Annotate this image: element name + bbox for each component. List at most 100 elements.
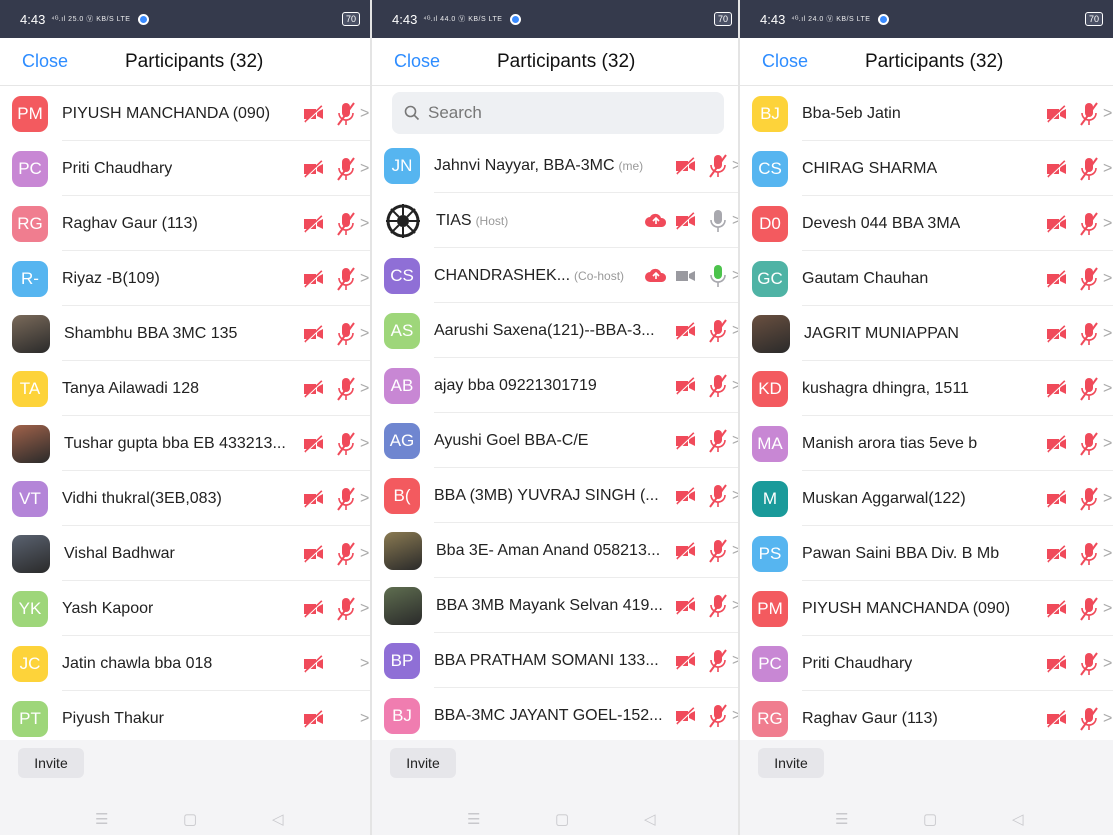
participant-name: Aarushi Saxena(121)--BBA-3...: [434, 322, 655, 340]
back-icon[interactable]: ◁: [272, 810, 284, 828]
participant-row[interactable]: CS CHANDRASHEK... (Co-host) >: [372, 248, 742, 303]
mic-muted-icon: [1077, 431, 1101, 457]
participant-name-text: BBA-3MC JAYANT GOEL-152...: [434, 706, 663, 724]
participant-status-icons: >: [1045, 416, 1113, 471]
participant-row[interactable]: BBA 3MB Mayank Selvan 419... >: [372, 578, 742, 633]
close-button[interactable]: Close: [22, 51, 68, 72]
avatar: R-: [12, 260, 48, 297]
participant-row[interactable]: MA Manish arora tias 5eve b >: [740, 416, 1113, 471]
participant-name-text: Yash Kapoor: [62, 599, 154, 617]
participant-status-icons: >: [1045, 251, 1113, 306]
home-icon[interactable]: ▢: [555, 810, 569, 828]
chevron-right-icon: >: [360, 654, 370, 672]
chevron-right-icon: >: [360, 489, 370, 507]
participant-row[interactable]: BP BBA PRATHAM SOMANI 133... >: [372, 633, 742, 688]
video-muted-icon: [1045, 434, 1069, 453]
participant-row[interactable]: TA Tanya Ailawadi 128 >: [0, 361, 370, 416]
participant-status-icons: >: [644, 248, 742, 303]
participant-row[interactable]: BJ Bba-5eb Jatin >: [740, 86, 1113, 141]
participant-row[interactable]: D0 Devesh 044 BBA 3MA >: [740, 196, 1113, 251]
participant-row[interactable]: PM PIYUSH MANCHANDA (090) >: [0, 86, 370, 141]
search-input[interactable]: Search: [392, 92, 724, 134]
menu-icon[interactable]: ☰: [467, 810, 480, 828]
video-muted-icon: [1045, 489, 1069, 508]
participant-row[interactable]: PS Pawan Saini BBA Div. B Mb >: [740, 526, 1113, 581]
mic-muted-icon: [706, 703, 730, 729]
back-icon[interactable]: ◁: [1012, 810, 1024, 828]
avatar: PC: [12, 150, 48, 187]
avatar: PM: [12, 95, 48, 132]
participant-row[interactable]: TIAS (Host) >: [372, 193, 742, 248]
chevron-right-icon: >: [1103, 104, 1113, 122]
participant-row[interactable]: RG Raghav Gaur (113) >: [740, 691, 1113, 746]
home-icon[interactable]: ▢: [183, 810, 197, 828]
panel-divider: [738, 0, 740, 835]
menu-icon[interactable]: ☰: [95, 810, 108, 828]
chevron-right-icon: >: [1103, 599, 1113, 617]
video-muted-icon: [674, 486, 698, 505]
participants-header: Close Participants (32): [740, 38, 1113, 86]
participant-name-text: Manish arora tias 5eve b: [802, 434, 978, 452]
video-muted-icon: [674, 706, 698, 725]
participant-row[interactable]: Bba 3E- Aman Anand 058213... >: [372, 523, 742, 578]
participant-name-text: Priti Chaudhary: [802, 654, 913, 672]
chevron-right-icon: >: [1103, 489, 1113, 507]
participant-row[interactable]: AB ajay bba 09221301719 >: [372, 358, 742, 413]
mic-muted-icon: [334, 376, 358, 402]
invite-button[interactable]: Invite: [18, 748, 84, 778]
participant-row[interactable]: PC Priti Chaudhary >: [740, 636, 1113, 691]
mic-active-icon: [706, 263, 730, 289]
close-button[interactable]: Close: [762, 51, 808, 72]
avatar: PM: [752, 590, 788, 627]
participant-row[interactable]: Shambhu BBA 3MC 135 >: [0, 306, 370, 361]
back-icon[interactable]: ◁: [644, 810, 656, 828]
avatar: RG: [12, 205, 48, 242]
participant-status-icons: >: [302, 196, 370, 251]
participant-row[interactable]: M Muskan Aggarwal(122) >: [740, 471, 1113, 526]
mic-muted-icon: [334, 211, 358, 237]
participant-row[interactable]: Tushar gupta bba EB 433213... >: [0, 416, 370, 471]
video-muted-icon: [674, 321, 698, 340]
invite-button[interactable]: Invite: [758, 748, 824, 778]
participant-row[interactable]: B( BBA (3MB) YUVRAJ SINGH (... >: [372, 468, 742, 523]
participant-name: TIAS (Host): [436, 212, 508, 230]
participant-row[interactable]: JN Jahnvi Nayyar, BBA-3MC (me) >: [372, 138, 742, 193]
participant-row[interactable]: YK Yash Kapoor >: [0, 581, 370, 636]
participant-row[interactable]: JAGRIT MUNIAPPAN >: [740, 306, 1113, 361]
participant-list: JN Jahnvi Nayyar, BBA-3MC (me) > TIAS (Hos…: [372, 138, 742, 743]
participant-row[interactable]: CS CHIRAG SHARMA >: [740, 141, 1113, 196]
participant-status-icons: >: [1045, 471, 1113, 526]
signal-icon: ⁴ᴳ.ıl 24.0 Ⓥ KB/S LTE: [791, 16, 871, 23]
chevron-right-icon: >: [1103, 434, 1113, 452]
video-muted-icon: [1045, 104, 1069, 123]
participant-row[interactable]: GC Gautam Chauhan >: [740, 251, 1113, 306]
participant-row[interactable]: R- Riyaz -B(109) >: [0, 251, 370, 306]
participant-name-text: Gautam Chauhan: [802, 269, 929, 287]
avatar: [12, 314, 50, 353]
participant-row[interactable]: KD kushagra dhingra, 1511 >: [740, 361, 1113, 416]
avatar: M: [752, 480, 788, 517]
close-button[interactable]: Close: [394, 51, 440, 72]
chevron-right-icon: >: [1103, 324, 1113, 342]
menu-icon[interactable]: ☰: [835, 810, 848, 828]
participant-row[interactable]: PM PIYUSH MANCHANDA (090) >: [740, 581, 1113, 636]
participant-row[interactable]: PC Priti Chaudhary >: [0, 141, 370, 196]
home-icon[interactable]: ▢: [923, 810, 937, 828]
participant-row[interactable]: Vishal Badhwar >: [0, 526, 370, 581]
participant-name-text: Raghav Gaur (113): [802, 709, 938, 727]
participant-row[interactable]: PT Piyush Thakur >: [0, 691, 370, 746]
video-muted-icon: [674, 541, 698, 560]
invite-button[interactable]: Invite: [390, 748, 456, 778]
panel-divider: [370, 0, 372, 835]
chevron-right-icon: >: [1103, 214, 1113, 232]
participant-row[interactable]: RG Raghav Gaur (113) >: [0, 196, 370, 251]
participant-name: JAGRIT MUNIAPPAN: [804, 325, 959, 343]
participant-row[interactable]: AS Aarushi Saxena(121)--BBA-3... >: [372, 303, 742, 358]
participant-row[interactable]: BJ BBA-3MC JAYANT GOEL-152... >: [372, 688, 742, 743]
avatar: MA: [752, 425, 788, 462]
participant-row[interactable]: AG Ayushi Goel BBA-C/E >: [372, 413, 742, 468]
participant-row[interactable]: JC Jatin chawla bba 018 >: [0, 636, 370, 691]
participant-status-icons: >: [674, 688, 742, 743]
mic-muted-icon: [1077, 376, 1101, 402]
participant-row[interactable]: VT Vidhi thukral(3EB,083) >: [0, 471, 370, 526]
